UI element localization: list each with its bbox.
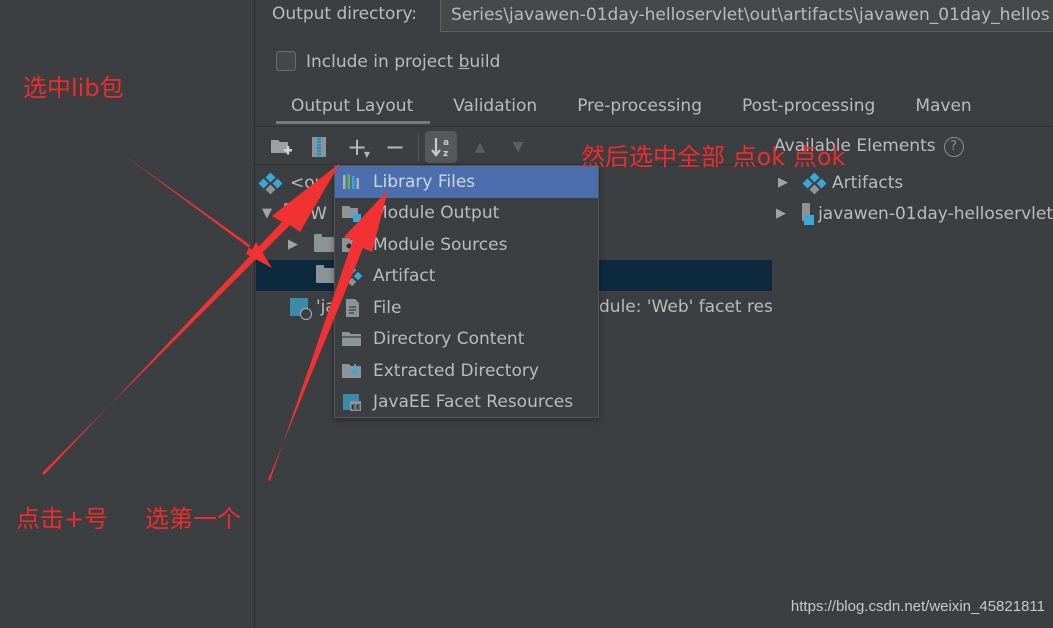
- available-item-module[interactable]: ▶ javawen-01day-helloservlet: [776, 198, 1053, 229]
- move-down-icon: ▼: [512, 139, 524, 155]
- tab-output-layout[interactable]: Output Layout: [270, 92, 432, 126]
- create-archive-button[interactable]: [300, 131, 338, 163]
- available-item-label: javawen-01day-helloservlet: [818, 203, 1053, 224]
- tab-post-processing[interactable]: Post-processing: [721, 92, 894, 126]
- annotation-click-plus: 点击+号: [16, 505, 109, 533]
- menu-item-directory-content[interactable]: Directory Content: [335, 324, 598, 356]
- menu-item-label: JavaEE Facet Resources: [373, 392, 574, 413]
- menu-item-label: Library Files: [373, 171, 476, 192]
- directory-content-icon: [342, 332, 361, 347]
- collapse-arrow-icon: ▼: [262, 206, 272, 221]
- tab-pre-processing[interactable]: Pre-processing: [556, 92, 721, 126]
- module-sources-icon: [342, 237, 361, 252]
- create-directory-icon: [271, 140, 292, 155]
- move-up-icon: ▲: [474, 139, 486, 155]
- menu-item-label: Module Sources: [373, 234, 508, 255]
- tab-bar: Output Layout Validation Pre-processing …: [270, 92, 991, 126]
- tree-row-label: W: [310, 203, 327, 224]
- layout-toolbar: + ▼ − a z ▲ ▼: [262, 130, 537, 164]
- javaee-facet-icon: EE: [343, 394, 361, 412]
- folder-icon: [284, 203, 304, 221]
- library-icon: [343, 173, 359, 189]
- module-output-icon: [342, 206, 361, 223]
- artifact-icon: [258, 172, 283, 194]
- file-icon: [346, 298, 359, 317]
- module-folder-icon: [802, 203, 815, 225]
- artifact-icon: [802, 172, 827, 194]
- menu-item-module-output[interactable]: Module Output: [335, 198, 598, 230]
- folder-icon: [316, 265, 336, 283]
- watermark: https://blog.csdn.net/weixin_45821811: [790, 598, 1045, 615]
- annotation-select-lib: 选中lib包: [23, 74, 124, 102]
- menu-item-label: Extracted Directory: [373, 360, 539, 381]
- annotation-select-all-ok: 然后选中全部 点ok 点ok: [581, 143, 846, 171]
- menu-item-label: Artifact: [373, 266, 436, 287]
- label-part: uild: [469, 52, 501, 72]
- tab-validation[interactable]: Validation: [432, 92, 556, 126]
- remove-icon: −: [384, 133, 406, 161]
- tab-divider: [255, 126, 1053, 127]
- expand-arrow-icon: ▶: [778, 175, 788, 190]
- web-facet-icon: [290, 297, 312, 320]
- toolbar-separator: [418, 133, 419, 161]
- tree-row-label: <ou: [290, 172, 326, 193]
- create-directory-button[interactable]: [262, 131, 300, 163]
- output-directory-field[interactable]: Series\javawen-01day-helloservlet\out\ar…: [440, 0, 1053, 32]
- include-in-build-label[interactable]: Include in project build: [306, 52, 500, 72]
- create-archive-icon: [312, 137, 326, 157]
- move-up-button[interactable]: ▲: [461, 131, 499, 163]
- extracted-directory-icon: [342, 363, 361, 378]
- svg-text:a: a: [443, 138, 449, 148]
- help-icon[interactable]: ?: [943, 137, 964, 157]
- menu-item-extracted-directory[interactable]: Extracted Directory: [335, 355, 598, 387]
- remove-button[interactable]: −: [376, 131, 414, 163]
- available-item-label: Artifacts: [832, 172, 904, 193]
- expand-arrow-icon: ▶: [776, 206, 786, 221]
- dropdown-arrow-icon: ▼: [363, 150, 370, 159]
- folder-icon: [314, 234, 334, 252]
- artifact-icon: [341, 266, 363, 287]
- add-button[interactable]: + ▼: [338, 131, 376, 163]
- expand-arrow-icon: ▶: [288, 237, 298, 252]
- tab-maven[interactable]: Maven: [894, 92, 990, 126]
- move-down-button[interactable]: ▼: [499, 131, 537, 163]
- menu-item-javaee-facet-resources[interactable]: EE JavaEE Facet Resources: [335, 387, 598, 419]
- svg-text:EE: EE: [351, 404, 361, 412]
- output-directory-label: Output directory:: [272, 4, 417, 24]
- menu-item-label: File: [373, 297, 402, 318]
- svg-text:z: z: [443, 149, 448, 159]
- add-element-menu: Library Files Module Output Module Sourc…: [334, 165, 599, 418]
- tree-row-label-tail: dule: 'Web' facet reso: [599, 296, 772, 317]
- menu-item-label: Module Output: [373, 203, 500, 224]
- label-part: Include in project: [306, 52, 459, 72]
- menu-item-label: Directory Content: [373, 329, 525, 350]
- sort-alphabetically-icon: a z: [431, 138, 449, 159]
- menu-item-module-sources[interactable]: Module Sources: [335, 229, 598, 261]
- menu-item-library-files[interactable]: Library Files: [335, 166, 598, 198]
- annotation-choose-first: 选第一个: [145, 505, 241, 533]
- tree-row-label: 'ja: [316, 296, 336, 317]
- menu-item-artifact[interactable]: Artifact: [335, 261, 598, 293]
- menu-item-file[interactable]: File: [335, 292, 598, 324]
- label-mnemonic: b: [458, 52, 470, 72]
- sort-button[interactable]: a z: [425, 131, 457, 163]
- available-elements-tree: ▶ Artifacts ▶ javawen-01day-helloservlet: [776, 167, 1053, 229]
- include-in-build-checkbox[interactable]: [276, 51, 296, 71]
